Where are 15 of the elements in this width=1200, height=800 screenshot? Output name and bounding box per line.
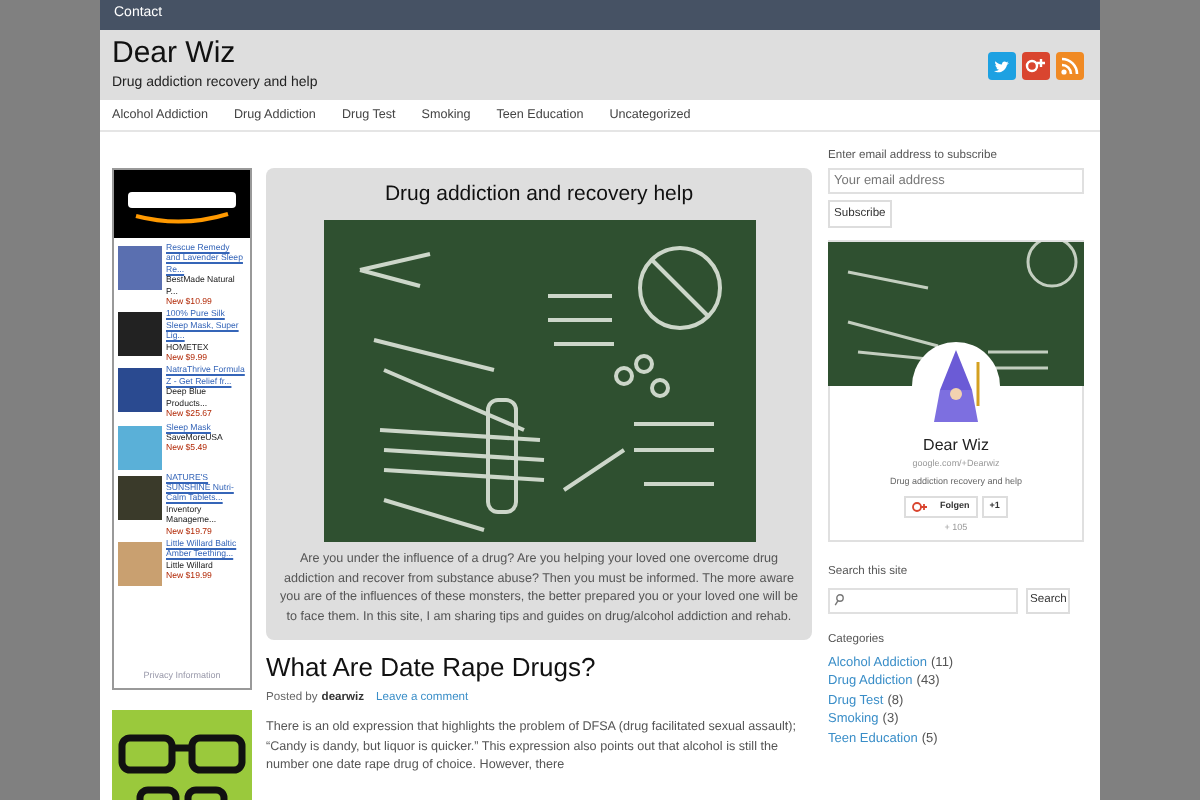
amazon-logo[interactable] [114, 170, 250, 238]
search-icon [834, 594, 844, 607]
product-photo-placeholder[interactable] [118, 368, 162, 413]
rss-feed-icon[interactable] [1056, 51, 1084, 79]
profile-name[interactable]: Dear Wiz [923, 434, 989, 458]
product-photo-placeholder[interactable] [118, 312, 162, 357]
search-field[interactable] [828, 587, 1018, 614]
product-photo-placeholder[interactable] [118, 475, 162, 519]
twitter-bird-icon[interactable] [988, 51, 1016, 79]
glasses-ad-drawing [112, 710, 252, 800]
site-title[interactable]: Dear Wiz [112, 37, 318, 69]
google-plus-icon[interactable] [1022, 51, 1050, 79]
google-plus-icon [912, 501, 929, 511]
post-title[interactable]: What Are Date Rape Drugs? [266, 652, 812, 685]
hero-title: Drug addiction and recovery help [384, 182, 694, 208]
